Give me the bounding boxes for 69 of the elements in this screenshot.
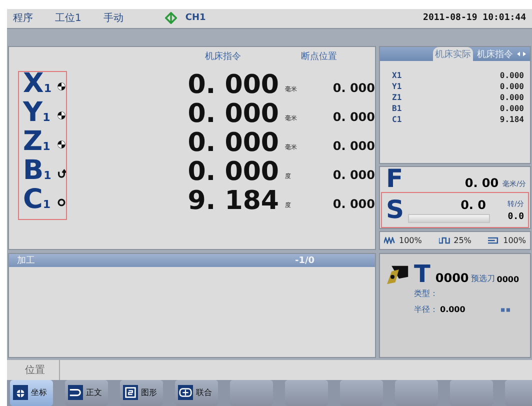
feed-value: 0. 00	[464, 176, 499, 192]
preselect-label: 预选刀	[470, 273, 495, 286]
spindle-reading: 0.0	[508, 212, 524, 222]
softkey[interactable]	[230, 380, 273, 406]
softkey[interactable]: 正文	[65, 380, 108, 406]
axis-label: C1	[392, 115, 402, 126]
breakpoint-value: 0. 000	[332, 139, 375, 156]
program-label: 程序	[13, 12, 33, 26]
softkey[interactable]	[450, 380, 493, 406]
tool-label: T	[414, 262, 430, 286]
radius-label: 半径：	[414, 304, 438, 316]
channel-icon	[165, 12, 178, 24]
datetime: 2011-08-19 10:01:44	[423, 13, 526, 24]
column-header: 断点位置	[301, 50, 337, 63]
mode-label: 手动	[103, 12, 124, 26]
tool-insert-icon	[386, 264, 410, 286]
spindle-icon	[488, 237, 500, 244]
axis-value: 9.184	[500, 115, 524, 126]
axis-label: Y1	[392, 82, 402, 94]
circle-icon	[57, 198, 66, 208]
axis-value: 0. 000	[186, 71, 279, 100]
softkey[interactable]	[340, 380, 383, 406]
axis-label: Z1	[392, 93, 402, 104]
column-header: 机床指令	[205, 50, 241, 63]
axis-value: 0.000	[500, 93, 524, 104]
axis-value: 9. 184	[186, 187, 279, 216]
override-value: 25%	[454, 236, 472, 246]
ball-icon	[57, 82, 66, 92]
type-label: 类型：	[414, 288, 438, 300]
axis-label: X1	[392, 71, 402, 82]
axis-value: 0.000	[500, 104, 524, 116]
softkey[interactable]: 图形	[120, 380, 163, 406]
ball-icon	[57, 140, 66, 150]
axis-label: B1	[392, 104, 402, 116]
feed-wave-icon	[384, 237, 396, 244]
axis-value: 0. 000	[186, 158, 279, 188]
breakpoint-value: 0. 000	[332, 81, 375, 98]
softkey[interactable]: 联合	[175, 380, 218, 406]
softkey[interactable]: 坐标	[10, 380, 53, 406]
breakpoint-value: 0. 000	[332, 168, 375, 184]
breakpoint-value: 0. 000	[332, 197, 375, 214]
double-square-icon	[501, 308, 510, 312]
graphics-icon	[123, 385, 138, 400]
spindle-label: S	[386, 197, 406, 224]
feed-label: F	[386, 166, 404, 192]
coordinate-icon	[13, 385, 28, 400]
program-title: 加工	[17, 254, 35, 268]
channel-label: CH1	[185, 13, 206, 24]
program-counter: -1/0	[295, 256, 315, 266]
axis-value: 0. 000	[186, 129, 279, 158]
override-value: 100%	[503, 236, 526, 246]
preselect-value: 0000	[496, 275, 520, 286]
softkey[interactable]	[285, 380, 328, 406]
override-value: 100%	[399, 236, 422, 246]
combined-icon	[178, 385, 193, 400]
breakpoint-value: 0. 000	[332, 110, 375, 126]
tool-number: 0000	[435, 271, 469, 286]
text-icon	[68, 385, 83, 400]
switch-arrows-icon[interactable]	[517, 51, 526, 58]
pulse-wave-icon	[438, 237, 451, 244]
spindle-value: 0. 0	[460, 198, 486, 212]
radius-value: 0.000	[440, 304, 466, 316]
axis-value: 0. 000	[186, 100, 279, 130]
softkey[interactable]	[395, 380, 438, 406]
ball-icon	[57, 111, 66, 120]
axis-value: 0.000	[500, 71, 524, 82]
station-label: 工位1	[55, 12, 82, 26]
axis-value: 0.000	[500, 82, 524, 94]
rotate-arrow-icon	[57, 169, 66, 178]
